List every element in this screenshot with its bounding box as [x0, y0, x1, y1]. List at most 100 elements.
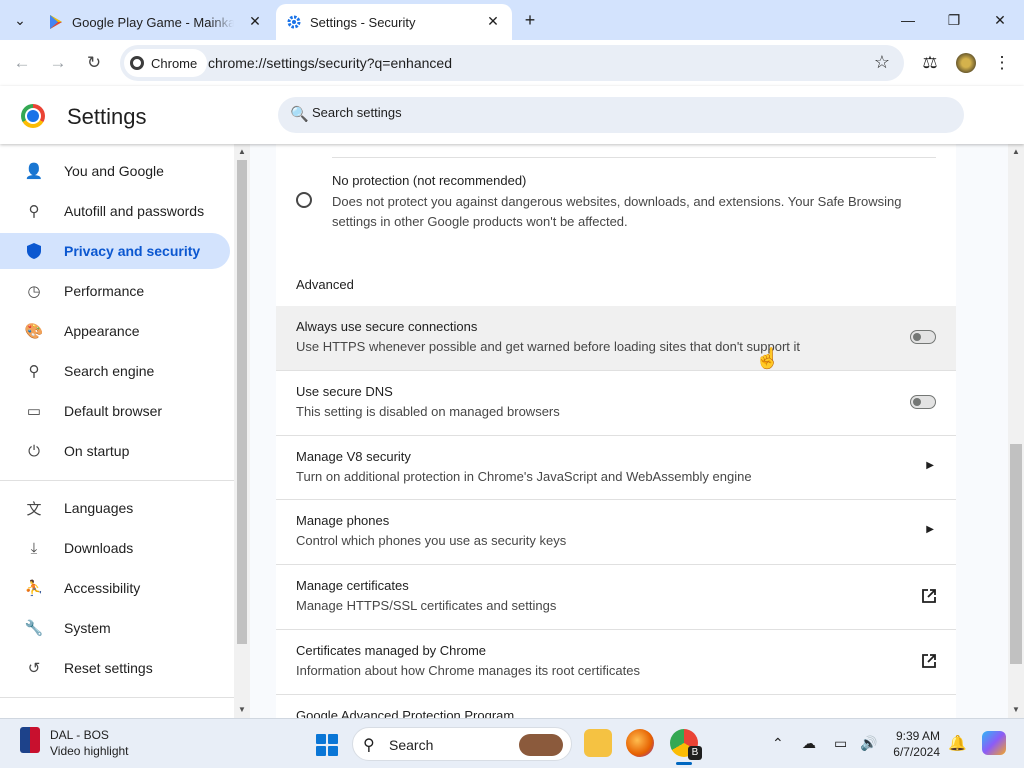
row-description: Use HTTPS whenever possible and get warn… [296, 339, 800, 354]
cloud-sync-icon[interactable]: ☁ [802, 735, 816, 752]
sidebar-item-label: Autofill and passwords [64, 203, 205, 219]
forward-arrow-icon[interactable]: → [46, 51, 70, 75]
search-icon: ⚲ [363, 737, 375, 754]
accessibility-icon: ⛹ [24, 580, 44, 597]
sidebar-item-search-engine[interactable]: ⚲ Search engine [0, 353, 230, 389]
sidebar-divider [0, 480, 234, 481]
scroll-up-arrow-icon[interactable]: ▲ [238, 147, 246, 156]
back-arrow-icon[interactable]: ← [10, 51, 34, 75]
taskbar-search-label: Search [389, 737, 434, 753]
row-title: Use secure DNS [296, 384, 393, 399]
sidebar-item-languages[interactable]: 文 Languages [0, 490, 230, 526]
main-scrollbar[interactable]: ▲ ▼ [1008, 144, 1024, 718]
manage-phones-row[interactable]: Manage phones Control which phones you u… [276, 499, 956, 563]
search-icon: ⚲ [28, 363, 40, 380]
clock-time: 9:39 AM [895, 729, 940, 743]
manage-v8-security-row[interactable]: Manage V8 security Turn on additional pr… [276, 435, 956, 499]
sidebar-item-you-and-google[interactable]: 👤 You and Google [0, 153, 230, 189]
widget-subtitle: Video highlight [50, 744, 129, 758]
sidebar-item-label: Downloads [64, 540, 134, 556]
sidebar-item-privacy-security[interactable]: Privacy and security [0, 233, 230, 269]
close-tab-icon[interactable]: ✕ [484, 12, 502, 30]
new-tab-icon[interactable]: + [518, 8, 542, 32]
row-title: Always use secure connections [296, 319, 478, 334]
sidebar-item-label: Default browser [64, 403, 163, 419]
chrome-taskbar-icon[interactable] [670, 729, 702, 760]
url-text[interactable]: chrome://settings/security?q=enhanced [208, 55, 452, 71]
chevron-right-icon: ▶ [926, 460, 934, 471]
certificates-managed-by-chrome-row[interactable]: Certificates managed by Chrome Informati… [276, 629, 956, 693]
sidebar-item-appearance[interactable]: 🎨 Appearance [0, 313, 230, 349]
row-title: Manage V8 security [296, 449, 411, 464]
firefox-icon[interactable] [626, 729, 654, 757]
scrollbar-thumb[interactable] [237, 160, 247, 644]
site-info-chip[interactable]: Chrome [124, 49, 208, 77]
file-explorer-icon[interactable] [584, 729, 612, 757]
widget-title: DAL - BOS [50, 728, 109, 742]
chip-label: Chrome [151, 55, 198, 71]
sidebar-item-performance[interactable]: ◷ Performance [0, 273, 230, 309]
row-title: Manage certificates [296, 578, 409, 593]
scroll-down-arrow-icon[interactable]: ▼ [1012, 705, 1020, 714]
sidebar-item-on-startup[interactable]: ⏻ On startup [0, 433, 230, 469]
advanced-protection-program-row[interactable]: Google Advanced Protection Program [276, 694, 956, 718]
settings-gear-icon [287, 15, 301, 29]
bookmark-star-icon[interactable]: ☆ [874, 52, 890, 73]
download-icon: ⤓ [30, 539, 38, 557]
restore-icon[interactable]: ❐ [942, 8, 966, 32]
close-window-icon[interactable]: ✕ [988, 8, 1012, 32]
menu-kebab-icon[interactable]: ⋮ [990, 51, 1014, 75]
sidebar-item-label: Appearance [64, 323, 140, 339]
labs-flask-icon[interactable]: ⚖ [918, 51, 942, 75]
always-secure-connections-row[interactable]: Always use secure connections Use HTTPS … [276, 306, 956, 370]
copilot-icon[interactable] [982, 731, 1006, 755]
scrollbar-thumb[interactable] [1010, 444, 1022, 664]
search-icon: 🔍 [290, 106, 309, 123]
taskbar-search[interactable]: ⚲ Search [352, 727, 572, 761]
page-title: Settings [67, 104, 147, 129]
reload-icon[interactable]: ↻ [82, 51, 106, 75]
manage-certificates-row[interactable]: Manage certificates Manage HTTPS/SSL cer… [276, 564, 956, 628]
sidebar-item-autofill[interactable]: ⚲ Autofill and passwords [0, 193, 230, 229]
palette-icon: 🎨 [24, 323, 44, 340]
row-title: Google Advanced Protection Program [296, 708, 515, 718]
sidebar-item-label: Search engine [64, 363, 155, 379]
profile-avatar[interactable] [954, 51, 978, 75]
browser-window-icon: ▭ [26, 403, 42, 420]
system-clock[interactable]: 9:39 AM 6/7/2024 [886, 728, 940, 760]
secure-connections-toggle[interactable] [910, 330, 936, 344]
close-tab-icon[interactable]: ✕ [246, 12, 264, 30]
row-title: Manage phones [296, 513, 390, 528]
tab-settings-security[interactable]: Settings - Security ✕ [276, 4, 512, 40]
search-settings-box[interactable]: 🔍 [278, 97, 964, 133]
network-icon[interactable]: ▭ [834, 735, 847, 752]
no-protection-radio[interactable] [296, 192, 312, 208]
show-hidden-icons-chevron-icon[interactable]: ⌃ [772, 735, 784, 752]
sidebar-item-downloads[interactable]: ⤓ Downloads [0, 530, 230, 566]
chevron-right-icon: ▶ [926, 524, 934, 535]
sidebar-item-accessibility[interactable]: ⛹ Accessibility [0, 570, 230, 606]
minimize-icon[interactable]: — [896, 8, 920, 32]
row-description: Control which phones you use as security… [296, 533, 567, 548]
scroll-down-arrow-icon[interactable]: ▼ [238, 705, 246, 714]
sidebar-item-reset-settings[interactable]: ↺ Reset settings [0, 650, 230, 686]
address-bar[interactable]: Chrome chrome://settings/security?q=enha… [120, 45, 904, 81]
speedometer-icon: ◷ [27, 283, 41, 300]
chrome-logo-icon [21, 104, 45, 128]
secure-dns-toggle[interactable] [910, 395, 936, 409]
notification-bell-icon[interactable]: 🔔 [948, 734, 967, 752]
settings-header: Settings 🔍 [0, 86, 1024, 144]
volume-icon[interactable]: 🔊 [860, 735, 877, 752]
windows-start-icon[interactable] [316, 734, 338, 756]
tab-google-play[interactable]: Google Play Game - Mainkan g ✕ [40, 4, 274, 40]
tab-search-dropdown-icon[interactable]: ⌄ [8, 8, 32, 32]
search-settings-input[interactable] [312, 105, 912, 120]
clock-date: 6/7/2024 [893, 745, 940, 759]
secure-dns-row[interactable]: Use secure DNS This setting is disabled … [276, 370, 956, 434]
sidebar-scrollbar[interactable]: ▲ ▼ [234, 144, 250, 718]
tab-strip: ⌄ Google Play Game - Mainkan g ✕ Setting… [0, 0, 1024, 40]
scroll-up-arrow-icon[interactable]: ▲ [1012, 147, 1020, 156]
sidebar-item-default-browser[interactable]: ▭ Default browser [0, 393, 230, 429]
sidebar-item-system[interactable]: 🔧 System [0, 610, 230, 646]
sports-widget[interactable]: DAL - BOS Video highlight [20, 727, 129, 759]
